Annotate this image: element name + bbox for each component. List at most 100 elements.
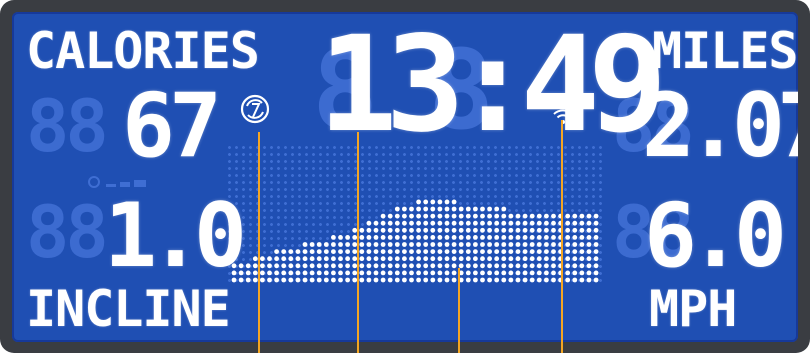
profile-dot bbox=[451, 227, 457, 233]
profile-dot bbox=[295, 277, 301, 283]
profile-dot bbox=[373, 235, 379, 240]
profile-dot bbox=[437, 277, 443, 283]
profile-dot bbox=[544, 235, 549, 240]
profile-dot bbox=[267, 270, 272, 276]
profile-dot bbox=[565, 235, 571, 240]
profile-dot bbox=[465, 227, 471, 233]
profile-dot bbox=[373, 227, 379, 233]
profile-dot bbox=[551, 213, 556, 219]
profile-dot bbox=[515, 263, 521, 269]
profile-dot bbox=[409, 277, 414, 283]
profile-dot bbox=[345, 249, 350, 254]
profile-dot bbox=[366, 220, 372, 226]
profile-dot bbox=[281, 277, 287, 283]
profile-dot bbox=[465, 263, 471, 269]
profile-dot bbox=[522, 227, 528, 233]
profile-dot bbox=[409, 206, 414, 212]
profile-dot bbox=[338, 249, 343, 254]
profile-dot bbox=[394, 227, 400, 233]
profile-dot bbox=[366, 249, 372, 254]
profile-dot bbox=[331, 277, 336, 283]
profile-dot bbox=[522, 242, 528, 247]
profile-dot bbox=[494, 277, 500, 283]
profile-dot bbox=[465, 270, 471, 276]
profile-dot bbox=[501, 242, 507, 247]
profile-dot bbox=[494, 213, 500, 219]
profile-dot bbox=[586, 220, 592, 226]
profile-dot bbox=[565, 256, 571, 262]
miles-value: 2.07 bbox=[642, 74, 798, 177]
profile-dot bbox=[565, 277, 571, 283]
profile-dot bbox=[373, 277, 379, 283]
profile-dot bbox=[373, 249, 379, 254]
profile-dot bbox=[394, 249, 400, 254]
profile-dot bbox=[430, 242, 436, 247]
profile-dot bbox=[593, 249, 599, 254]
profile-dot bbox=[281, 263, 287, 269]
profile-dot bbox=[473, 206, 478, 212]
profile-dot bbox=[508, 249, 514, 254]
profile-dot bbox=[465, 213, 471, 219]
profile-dot bbox=[423, 242, 429, 247]
profile-dot bbox=[288, 263, 294, 269]
profile-dot bbox=[252, 277, 258, 283]
profile-dot bbox=[536, 270, 542, 276]
profile-dot bbox=[551, 227, 556, 233]
profile-dot bbox=[572, 227, 578, 233]
profile-dot bbox=[338, 256, 343, 262]
profile-dot bbox=[536, 235, 542, 240]
profile-dot bbox=[515, 270, 521, 276]
profile-dot bbox=[473, 270, 478, 276]
profile-dot bbox=[593, 213, 599, 219]
profile-dot bbox=[586, 277, 592, 283]
profile-dot bbox=[487, 235, 492, 240]
profile-dot bbox=[458, 249, 464, 254]
profile-dot bbox=[245, 263, 251, 269]
profile-dot bbox=[501, 277, 507, 283]
profile-dot bbox=[572, 220, 578, 226]
profile-dot bbox=[345, 270, 350, 276]
profile-dot bbox=[366, 235, 372, 240]
profile-dot bbox=[458, 220, 464, 226]
profile-dot bbox=[387, 227, 393, 233]
profile-dot bbox=[465, 242, 471, 247]
profile-dot bbox=[416, 235, 421, 240]
profile-dot bbox=[274, 270, 279, 276]
profile-dot bbox=[366, 242, 372, 247]
profile-dot bbox=[501, 220, 507, 226]
profile-dot bbox=[394, 220, 400, 226]
profile-dot bbox=[451, 242, 457, 247]
profile-dot bbox=[380, 249, 386, 254]
profile-dot bbox=[586, 270, 592, 276]
profile-dot bbox=[473, 277, 478, 283]
profile-dot bbox=[458, 206, 464, 212]
profile-dot bbox=[359, 249, 365, 254]
profile-dot bbox=[394, 256, 400, 262]
profile-dot bbox=[480, 256, 485, 262]
profile-dot bbox=[373, 263, 379, 269]
profile-dot bbox=[565, 270, 571, 276]
profile-dot bbox=[359, 263, 365, 269]
profile-dot bbox=[529, 249, 535, 254]
profile-dot bbox=[402, 263, 407, 269]
profile-dot bbox=[544, 227, 549, 233]
profile-dot bbox=[359, 235, 365, 240]
profile-dot bbox=[430, 263, 436, 269]
profile-dot bbox=[494, 206, 500, 212]
profile-dot bbox=[515, 249, 521, 254]
profile-dot bbox=[345, 277, 350, 283]
sync-icon bbox=[238, 92, 272, 126]
profile-dot bbox=[260, 263, 265, 269]
profile-dot bbox=[260, 270, 265, 276]
profile-dot bbox=[402, 277, 407, 283]
profile-dot bbox=[402, 242, 407, 247]
profile-dot bbox=[480, 242, 485, 247]
profile-dot bbox=[437, 242, 443, 247]
profile-dot bbox=[295, 270, 301, 276]
profile-dot bbox=[473, 263, 478, 269]
profile-dot bbox=[309, 256, 315, 262]
profile-dot bbox=[288, 277, 294, 283]
profile-dot bbox=[572, 249, 578, 254]
profile-dot bbox=[501, 235, 507, 240]
profile-dot bbox=[451, 277, 457, 283]
